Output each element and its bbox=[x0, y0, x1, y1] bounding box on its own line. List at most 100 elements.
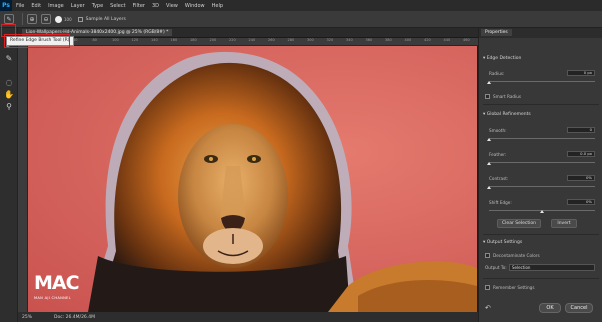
ruler-tick-label: 240 bbox=[248, 38, 256, 42]
smooth-slider-thumb[interactable] bbox=[487, 138, 491, 141]
zoom-icon[interactable]: ⚲ bbox=[3, 102, 15, 112]
brush-size-value[interactable]: 100 bbox=[64, 17, 72, 22]
document-tab-bar: Lion-Wallpapers-Hd-Animals-3840x2400.jpg… bbox=[18, 28, 478, 38]
horizontal-ruler[interactable]: 2040608010012014016018020022024026028030… bbox=[28, 38, 478, 46]
tooltip-highlight bbox=[4, 34, 70, 48]
smart-radius-checkbox[interactable] bbox=[485, 94, 490, 99]
menu-image[interactable]: Image bbox=[48, 3, 64, 9]
edge-detection-heading[interactable]: ▾ Edge Detection bbox=[483, 56, 521, 61]
menu-window[interactable]: Window bbox=[185, 3, 205, 9]
ruler-tick-label: 120 bbox=[131, 38, 139, 42]
status-bar: 25% Doc: 26.4M/26.4M bbox=[18, 312, 478, 322]
ruler-tick-label: 440 bbox=[443, 38, 451, 42]
options-bar: ✎ ⊕ ⊖ 100 Sample All Layers bbox=[0, 11, 602, 28]
undo-icon[interactable]: ↶ bbox=[485, 304, 491, 312]
divider bbox=[483, 278, 599, 279]
decontaminate-colors-checkbox[interactable] bbox=[485, 253, 490, 258]
ruler-tick-label: 200 bbox=[209, 38, 217, 42]
add-mode-icon[interactable]: ⊕ bbox=[27, 14, 37, 24]
ruler-tick-label: 100 bbox=[112, 38, 119, 42]
properties-tab[interactable]: Properties bbox=[481, 29, 512, 36]
tools-panel: ✐ ✎ ◌ ✋ ⚲ bbox=[0, 28, 18, 322]
ruler-tick-label: 60 bbox=[73, 38, 78, 42]
menu-filter[interactable]: Filter bbox=[133, 3, 145, 9]
radius-input[interactable]: 0 px bbox=[567, 70, 595, 76]
menu-layer[interactable]: Layer bbox=[71, 3, 85, 9]
watermark-subtitle: MAN AJI CHANNEL bbox=[34, 296, 71, 300]
ruler-tick-label: 300 bbox=[307, 38, 314, 42]
image-canvas[interactable]: MAC MAN AJI CHANNEL bbox=[28, 46, 477, 312]
vertical-ruler[interactable] bbox=[18, 38, 28, 312]
ruler-tick-label: 460 bbox=[463, 38, 470, 42]
smooth-slider[interactable] bbox=[489, 138, 595, 139]
remember-settings-label: Remember Settings bbox=[493, 285, 535, 290]
menu-select[interactable]: Select bbox=[110, 3, 125, 9]
brush-size-preview[interactable] bbox=[55, 15, 62, 23]
ruler-tick-label: 400 bbox=[404, 38, 412, 42]
menu-3d[interactable]: 3D bbox=[152, 3, 159, 9]
menu-help[interactable]: Help bbox=[212, 3, 223, 9]
photoshop-logo: Ps bbox=[0, 0, 12, 11]
feather-slider[interactable] bbox=[489, 162, 595, 163]
divider bbox=[483, 104, 599, 105]
radius-slider[interactable] bbox=[489, 81, 595, 82]
hand-icon[interactable]: ✋ bbox=[3, 90, 15, 100]
brush-tool-preset-icon[interactable]: ✎ bbox=[4, 14, 14, 24]
shift-edge-slider-thumb[interactable] bbox=[540, 210, 544, 213]
contrast-input[interactable]: 0% bbox=[567, 175, 595, 181]
sample-all-layers-label: Sample All Layers bbox=[85, 16, 126, 22]
ruler-tick-label: 140 bbox=[151, 38, 158, 42]
ruler-tick-label: 160 bbox=[170, 38, 178, 42]
radius-slider-thumb[interactable] bbox=[487, 81, 491, 84]
global-refinements-heading[interactable]: ▾ Global Refinements bbox=[483, 112, 531, 117]
lion-image bbox=[88, 51, 477, 312]
contrast-slider-thumb[interactable] bbox=[487, 186, 491, 189]
menu-edit[interactable]: Edit bbox=[31, 3, 41, 9]
menu-view[interactable]: View bbox=[166, 3, 178, 9]
menu-type[interactable]: Type bbox=[92, 3, 103, 9]
document-size: Doc: 26.4M/26.4M bbox=[54, 314, 95, 320]
ok-button[interactable]: OK bbox=[539, 303, 561, 313]
menu-bar: Ps File Edit Image Layer Type Select Fil… bbox=[0, 0, 602, 11]
menu-file[interactable]: File bbox=[16, 3, 24, 9]
subtract-mode-icon[interactable]: ⊖ bbox=[41, 14, 51, 24]
shift-edge-input[interactable]: 0% bbox=[567, 199, 595, 205]
decontaminate-colors-label: Decontaminate Colors bbox=[493, 253, 540, 258]
divider bbox=[22, 13, 23, 25]
ruler-tick-label: 320 bbox=[326, 38, 334, 42]
sample-all-layers-checkbox[interactable] bbox=[77, 16, 83, 22]
ruler-tick-label: 220 bbox=[229, 38, 236, 42]
watermark-title: MAC bbox=[34, 272, 80, 294]
feather-label: Feather: bbox=[489, 152, 507, 157]
ruler-tick-label: 280 bbox=[287, 38, 295, 42]
contrast-label: Contrast: bbox=[489, 176, 509, 181]
properties-panel: Properties ▾ Edge Detection Radius: 0 px… bbox=[478, 28, 602, 322]
smart-radius-label: Smart Radius bbox=[493, 94, 522, 99]
ruler-tick-label: 420 bbox=[424, 38, 431, 42]
output-to-select[interactable]: Selection bbox=[509, 264, 595, 271]
ruler-tick-label: 360 bbox=[365, 38, 373, 42]
shift-edge-label: Shift Edge: bbox=[489, 200, 512, 205]
clear-selection-button[interactable]: Clear Selection bbox=[497, 219, 541, 228]
invert-button[interactable]: Invert bbox=[551, 219, 577, 228]
refine-edge-brush-icon[interactable]: ✎ bbox=[3, 54, 15, 64]
feather-input[interactable]: 0.0 px bbox=[567, 151, 595, 157]
divider bbox=[483, 234, 599, 235]
ruler-tick-label: 80 bbox=[92, 38, 97, 42]
ruler-tick-label: 340 bbox=[346, 38, 353, 42]
properties-tab-bar: Properties bbox=[479, 28, 602, 38]
ruler-tick-label: 260 bbox=[268, 38, 275, 42]
remember-settings-checkbox[interactable] bbox=[485, 285, 490, 290]
ruler-tick-label: 180 bbox=[190, 38, 197, 42]
cancel-button[interactable]: Cancel bbox=[565, 303, 593, 313]
smooth-input[interactable]: 0 bbox=[567, 127, 595, 133]
ruler-tick-label: 380 bbox=[385, 38, 392, 42]
feather-slider-thumb[interactable] bbox=[487, 162, 491, 165]
smooth-label: Smooth: bbox=[489, 128, 507, 133]
contrast-slider[interactable] bbox=[489, 186, 595, 187]
channel-watermark: MAC MAN AJI CHANNEL bbox=[34, 272, 92, 306]
zoom-level[interactable]: 25% bbox=[22, 315, 32, 320]
output-to-label: Output To: bbox=[485, 265, 507, 270]
output-settings-heading[interactable]: ▾ Output Settings bbox=[483, 240, 522, 245]
lasso-icon[interactable]: ◌ bbox=[3, 78, 15, 88]
